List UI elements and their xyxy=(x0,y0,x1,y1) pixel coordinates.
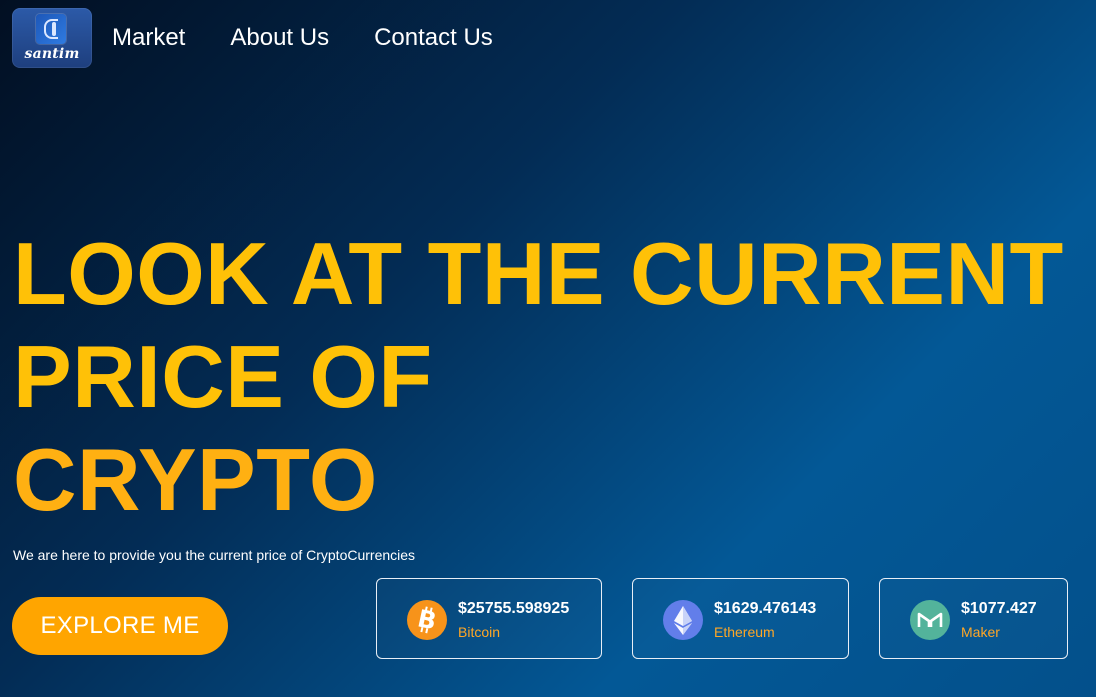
nav-link-market[interactable]: Market xyxy=(112,26,185,50)
hero-title: LOOK AT THE CURRENT PRICE OF CRYPTO xyxy=(13,222,1088,531)
coin-price: $1629.476143 xyxy=(714,600,817,617)
bitcoin-icon: B xyxy=(407,600,447,640)
coin-card-bitcoin[interactable]: B $25755.598925 Bitcoin xyxy=(376,578,602,659)
top-nav: santim Market About Us Contact Us xyxy=(12,8,493,68)
hero-subtitle: We are here to provide you the current p… xyxy=(13,547,416,563)
hero-title-line-1: LOOK AT THE CURRENT xyxy=(13,224,1064,323)
coin-price: $25755.598925 xyxy=(458,600,570,617)
coin-name: Bitcoin xyxy=(458,624,501,640)
logo-text: santim xyxy=(24,46,80,62)
coin-card-ethereum[interactable]: $1629.476143 Ethereum xyxy=(632,578,849,659)
nav-link-about-us[interactable]: About Us xyxy=(230,26,329,50)
maker-icon xyxy=(910,600,950,640)
coin-name: Ethereum xyxy=(714,624,775,640)
logo-icon xyxy=(36,14,66,44)
ethereum-icon xyxy=(663,600,703,640)
hero-title-line-3: CRYPTO xyxy=(13,430,378,529)
logo[interactable]: santim xyxy=(12,8,92,68)
nav-link-contact-us[interactable]: Contact Us xyxy=(374,26,493,50)
explore-button[interactable]: EXPLORE ME xyxy=(12,597,228,655)
coin-card-maker[interactable]: $1077.427 Maker xyxy=(879,578,1068,659)
coin-name: Maker xyxy=(961,624,1000,640)
hero-title-line-2: PRICE OF xyxy=(13,327,433,426)
coin-price: $1077.427 xyxy=(961,600,1037,617)
